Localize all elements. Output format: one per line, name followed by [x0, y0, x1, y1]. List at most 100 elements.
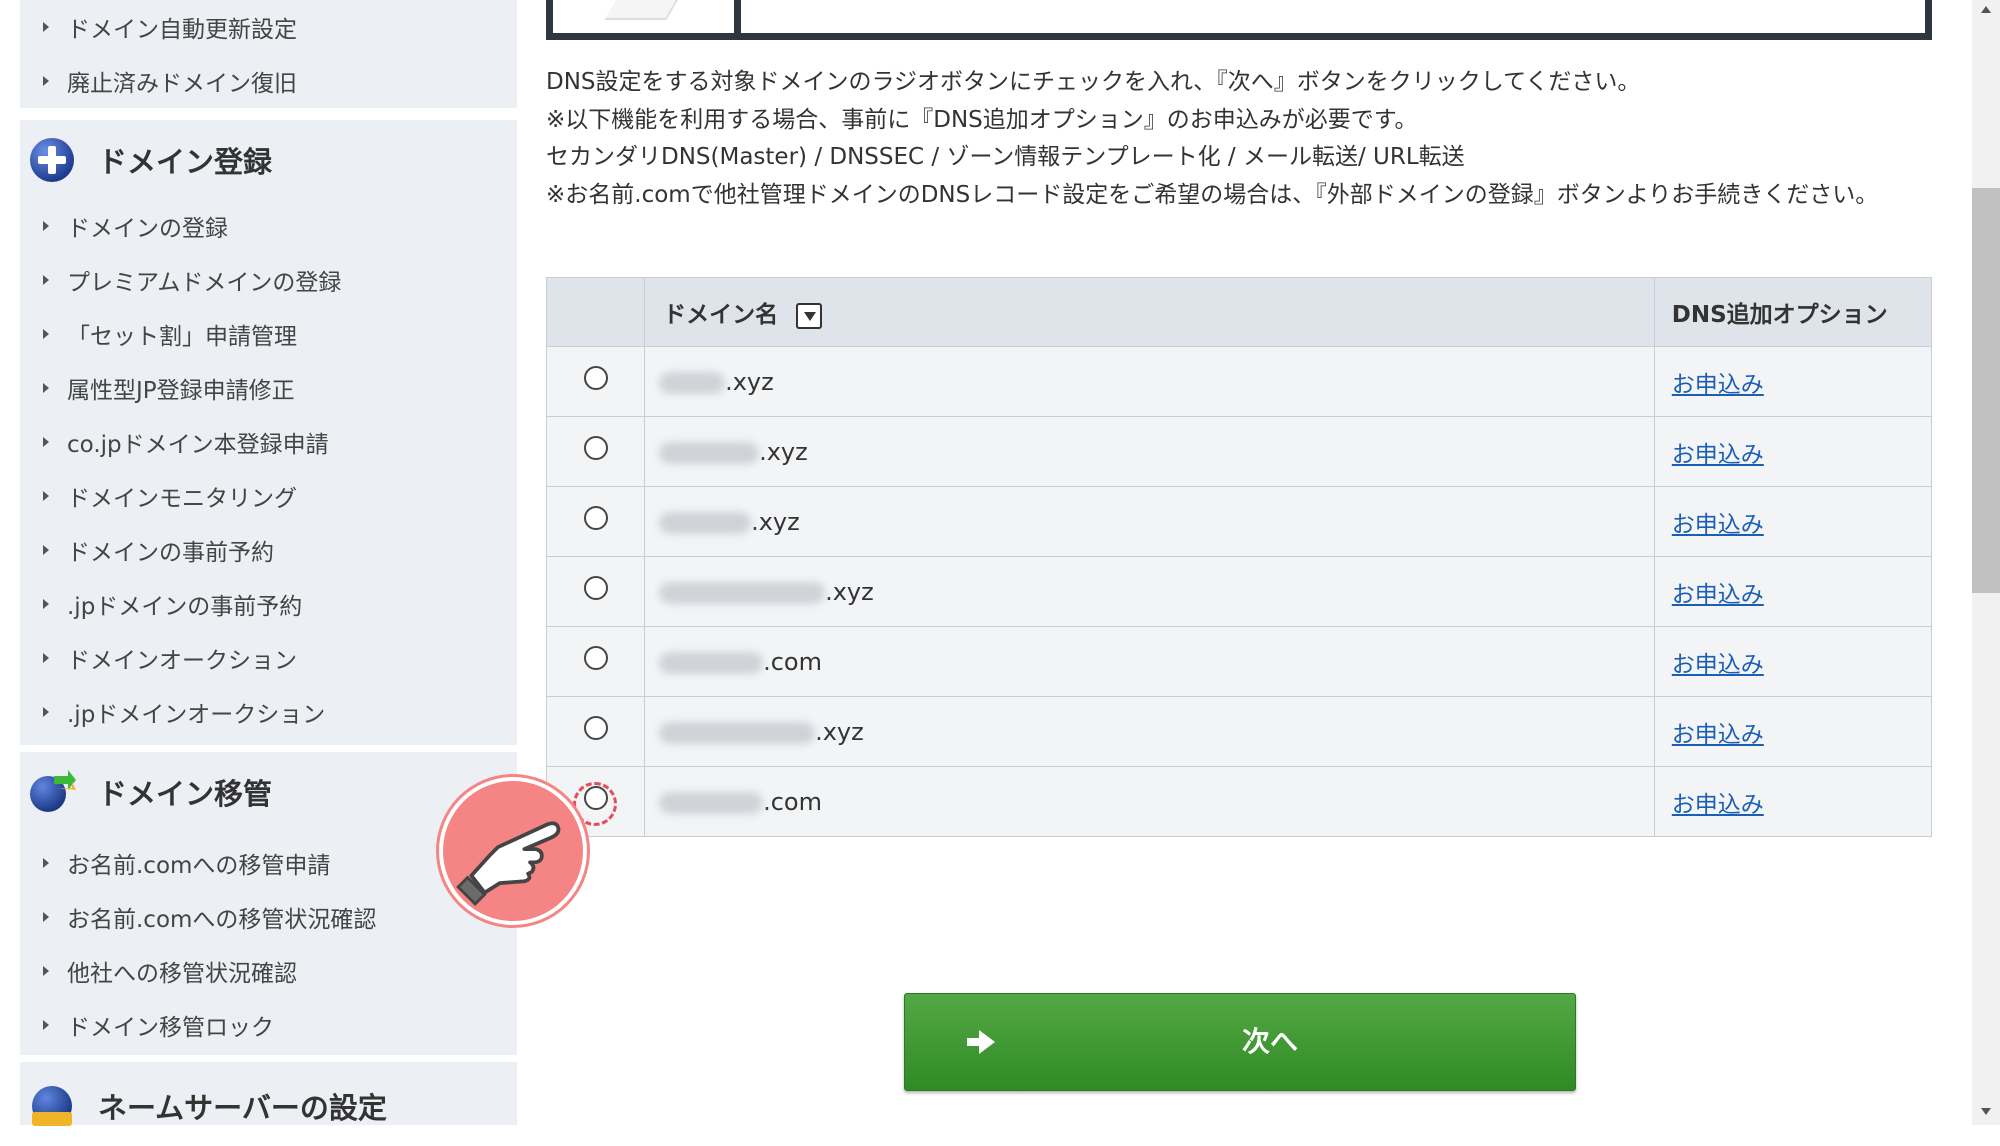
- bullet-triangle-icon: [43, 966, 49, 976]
- bullet-triangle-icon: [43, 275, 49, 285]
- domain-suffix: .xyz: [815, 717, 864, 746]
- redacted-text: [659, 721, 816, 744]
- sidebar-item-label: .jpドメインの事前予約: [67, 594, 303, 620]
- instruction-line: セカンダリDNS(Master) / DNSSEC / ゾーン情報テンプレート化…: [546, 144, 1465, 170]
- table-row: .xyz お申込み: [545, 486, 1933, 557]
- domain-name-cell: .com: [644, 626, 1655, 697]
- table-row: .com お申込み: [545, 766, 1933, 837]
- apply-link[interactable]: お申込み: [1672, 512, 1764, 538]
- scrollbar-thumb[interactable]: [1972, 188, 2000, 593]
- sidebar-item-label: お名前.comへの移管申請: [67, 853, 331, 879]
- sidebar-item-domain-restore[interactable]: 廃止済みドメイン復旧: [20, 54, 517, 108]
- bullet-triangle-icon: [43, 912, 49, 922]
- radio-cell: [545, 346, 646, 417]
- domain-name-cell: .xyz: [644, 696, 1655, 767]
- vertical-scrollbar[interactable]: [1972, 0, 2000, 1125]
- domain-suffix: .xyz: [825, 577, 874, 606]
- redacted-text: [659, 651, 764, 674]
- sidebar-nameserver-section: ネームサーバーの設定: [20, 1062, 517, 1126]
- sidebar-item-label: ドメインの事前予約: [67, 540, 274, 566]
- sidebar-item-premium-domain[interactable]: プレミアムドメインの登録: [20, 253, 517, 307]
- radio-cell: [545, 556, 646, 627]
- scroll-down-arrow-icon[interactable]: [1981, 1108, 1991, 1115]
- domain-name-cell: .com: [644, 766, 1655, 837]
- dns-option-cell: お申込み: [1653, 416, 1933, 487]
- bullet-triangle-icon: [43, 1020, 49, 1030]
- radio-cell: [545, 486, 646, 557]
- bullet-triangle-icon: [43, 545, 49, 555]
- globe-server-icon: [32, 1086, 72, 1126]
- domain-radio[interactable]: [583, 645, 608, 670]
- domain-radio[interactable]: [583, 435, 608, 460]
- sidebar-heading-nameserver: ネームサーバーの設定: [20, 1066, 517, 1146]
- sidebar-item-label: お名前.comへの移管状況確認: [67, 907, 377, 933]
- sidebar-item-label: 他社への移管状況確認: [67, 961, 297, 987]
- redacted-text: [659, 581, 826, 604]
- radio-cell: [545, 416, 646, 487]
- dns-option-cell: お申込み: [1653, 346, 1933, 417]
- next-button[interactable]: 次へ: [904, 993, 1576, 1091]
- sort-down-icon[interactable]: [796, 302, 823, 329]
- sidebar-item-label: 廃止済みドメイン復旧: [67, 71, 297, 97]
- domain-radio[interactable]: [583, 715, 608, 740]
- dns-option-cell: お申込み: [1653, 696, 1933, 767]
- bullet-triangle-icon: [43, 437, 49, 447]
- sidebar-item-label: .jpドメインオークション: [67, 702, 326, 728]
- sidebar-item-domain-monitoring[interactable]: ドメインモニタリング: [20, 469, 517, 523]
- redacted-text: [659, 371, 726, 394]
- domain-radio[interactable]: [583, 365, 608, 390]
- sidebar-item-domain-auction[interactable]: ドメインオークション: [20, 631, 517, 685]
- sidebar-item-cojp-register[interactable]: co.jpドメイン本登録申請: [20, 415, 517, 469]
- domain-suffix: .xyz: [759, 437, 808, 466]
- next-button-label: 次へ: [1241, 1025, 1298, 1058]
- sidebar-item-label: co.jpドメイン本登録申請: [67, 432, 329, 458]
- sidebar-item-jp-pre-reservation[interactable]: .jpドメインの事前予約: [20, 577, 517, 631]
- sidebar-item-label: ドメインモニタリング: [67, 486, 297, 512]
- domain-name-cell: .xyz: [644, 416, 1655, 487]
- redacted-text: [659, 791, 764, 814]
- sidebar-registration-section: ドメイン登録 ドメインの登録 プレミアムドメインの登録 「セット割」申請管理 属…: [20, 120, 517, 745]
- domain-name-cell: .xyz: [644, 486, 1655, 557]
- sidebar-item-outbound-status[interactable]: 他社への移管状況確認: [20, 944, 517, 998]
- redacted-text: [659, 511, 752, 534]
- top-image-frame: [546, 0, 1932, 40]
- bullet-triangle-icon: [43, 76, 49, 86]
- sidebar-item-jp-auction[interactable]: .jpドメインオークション: [20, 685, 517, 739]
- redacted-text: [659, 441, 760, 464]
- sidebar-item-set-discount[interactable]: 「セット割」申請管理: [20, 307, 517, 361]
- scroll-up-arrow-icon[interactable]: [1981, 6, 1991, 13]
- bullet-triangle-icon: [43, 707, 49, 717]
- domain-radio[interactable]: [583, 575, 608, 600]
- instruction-line: ※お名前.comで他社管理ドメインのDNSレコード設定をご希望の場合は、『外部ド…: [546, 181, 1879, 208]
- sidebar-item-jp-attribute[interactable]: 属性型JP登録申請修正: [20, 361, 517, 415]
- bullet-triangle-icon: [43, 653, 49, 663]
- sidebar-item-auto-renewal[interactable]: ドメイン自動更新設定: [20, 0, 517, 54]
- header-domain-name: ドメイン名: [644, 277, 1655, 347]
- bullet-triangle-icon: [43, 221, 49, 231]
- bullet-triangle-icon: [43, 329, 49, 339]
- document-icon: [604, 0, 684, 20]
- sidebar-item-domain-register[interactable]: ドメインの登録: [20, 199, 517, 253]
- apply-link[interactable]: お申込み: [1672, 792, 1764, 818]
- domain-name-cell: .xyz: [644, 556, 1655, 627]
- bullet-triangle-icon: [43, 858, 49, 868]
- header-radio-cell: [545, 277, 646, 347]
- instructions: DNS設定をする対象ドメインのラジオボタンにチェックを入れ、『次へ』ボタンをクリ…: [546, 64, 1936, 214]
- domain-radio[interactable]: [583, 505, 608, 530]
- radio-cell: [545, 626, 646, 697]
- sidebar-renewal-section: ドメイン自動更新設定 廃止済みドメイン復旧: [20, 0, 517, 108]
- instruction-line: DNS設定をする対象ドメインのラジオボタンにチェックを入れ、『次へ』ボタンをクリ…: [546, 69, 1641, 95]
- apply-link[interactable]: お申込み: [1672, 722, 1764, 748]
- sidebar-item-label: プレミアムドメインの登録: [67, 270, 342, 296]
- apply-link[interactable]: お申込み: [1672, 652, 1764, 678]
- sidebar-item-transfer-lock[interactable]: ドメイン移管ロック: [20, 998, 517, 1052]
- sidebar-item-pre-reservation[interactable]: ドメインの事前予約: [20, 523, 517, 577]
- header-domain-name-label: ドメイン名: [663, 302, 779, 328]
- domain-suffix: .xyz: [751, 507, 800, 536]
- table-header-row: ドメイン名 DNS追加オプション: [545, 277, 1933, 347]
- apply-link[interactable]: お申込み: [1672, 442, 1764, 468]
- sidebar-heading-title: ネームサーバーの設定: [98, 1091, 387, 1125]
- apply-link[interactable]: お申込み: [1672, 582, 1764, 608]
- table-row: .xyz お申込み: [545, 696, 1933, 767]
- apply-link[interactable]: お申込み: [1672, 372, 1764, 398]
